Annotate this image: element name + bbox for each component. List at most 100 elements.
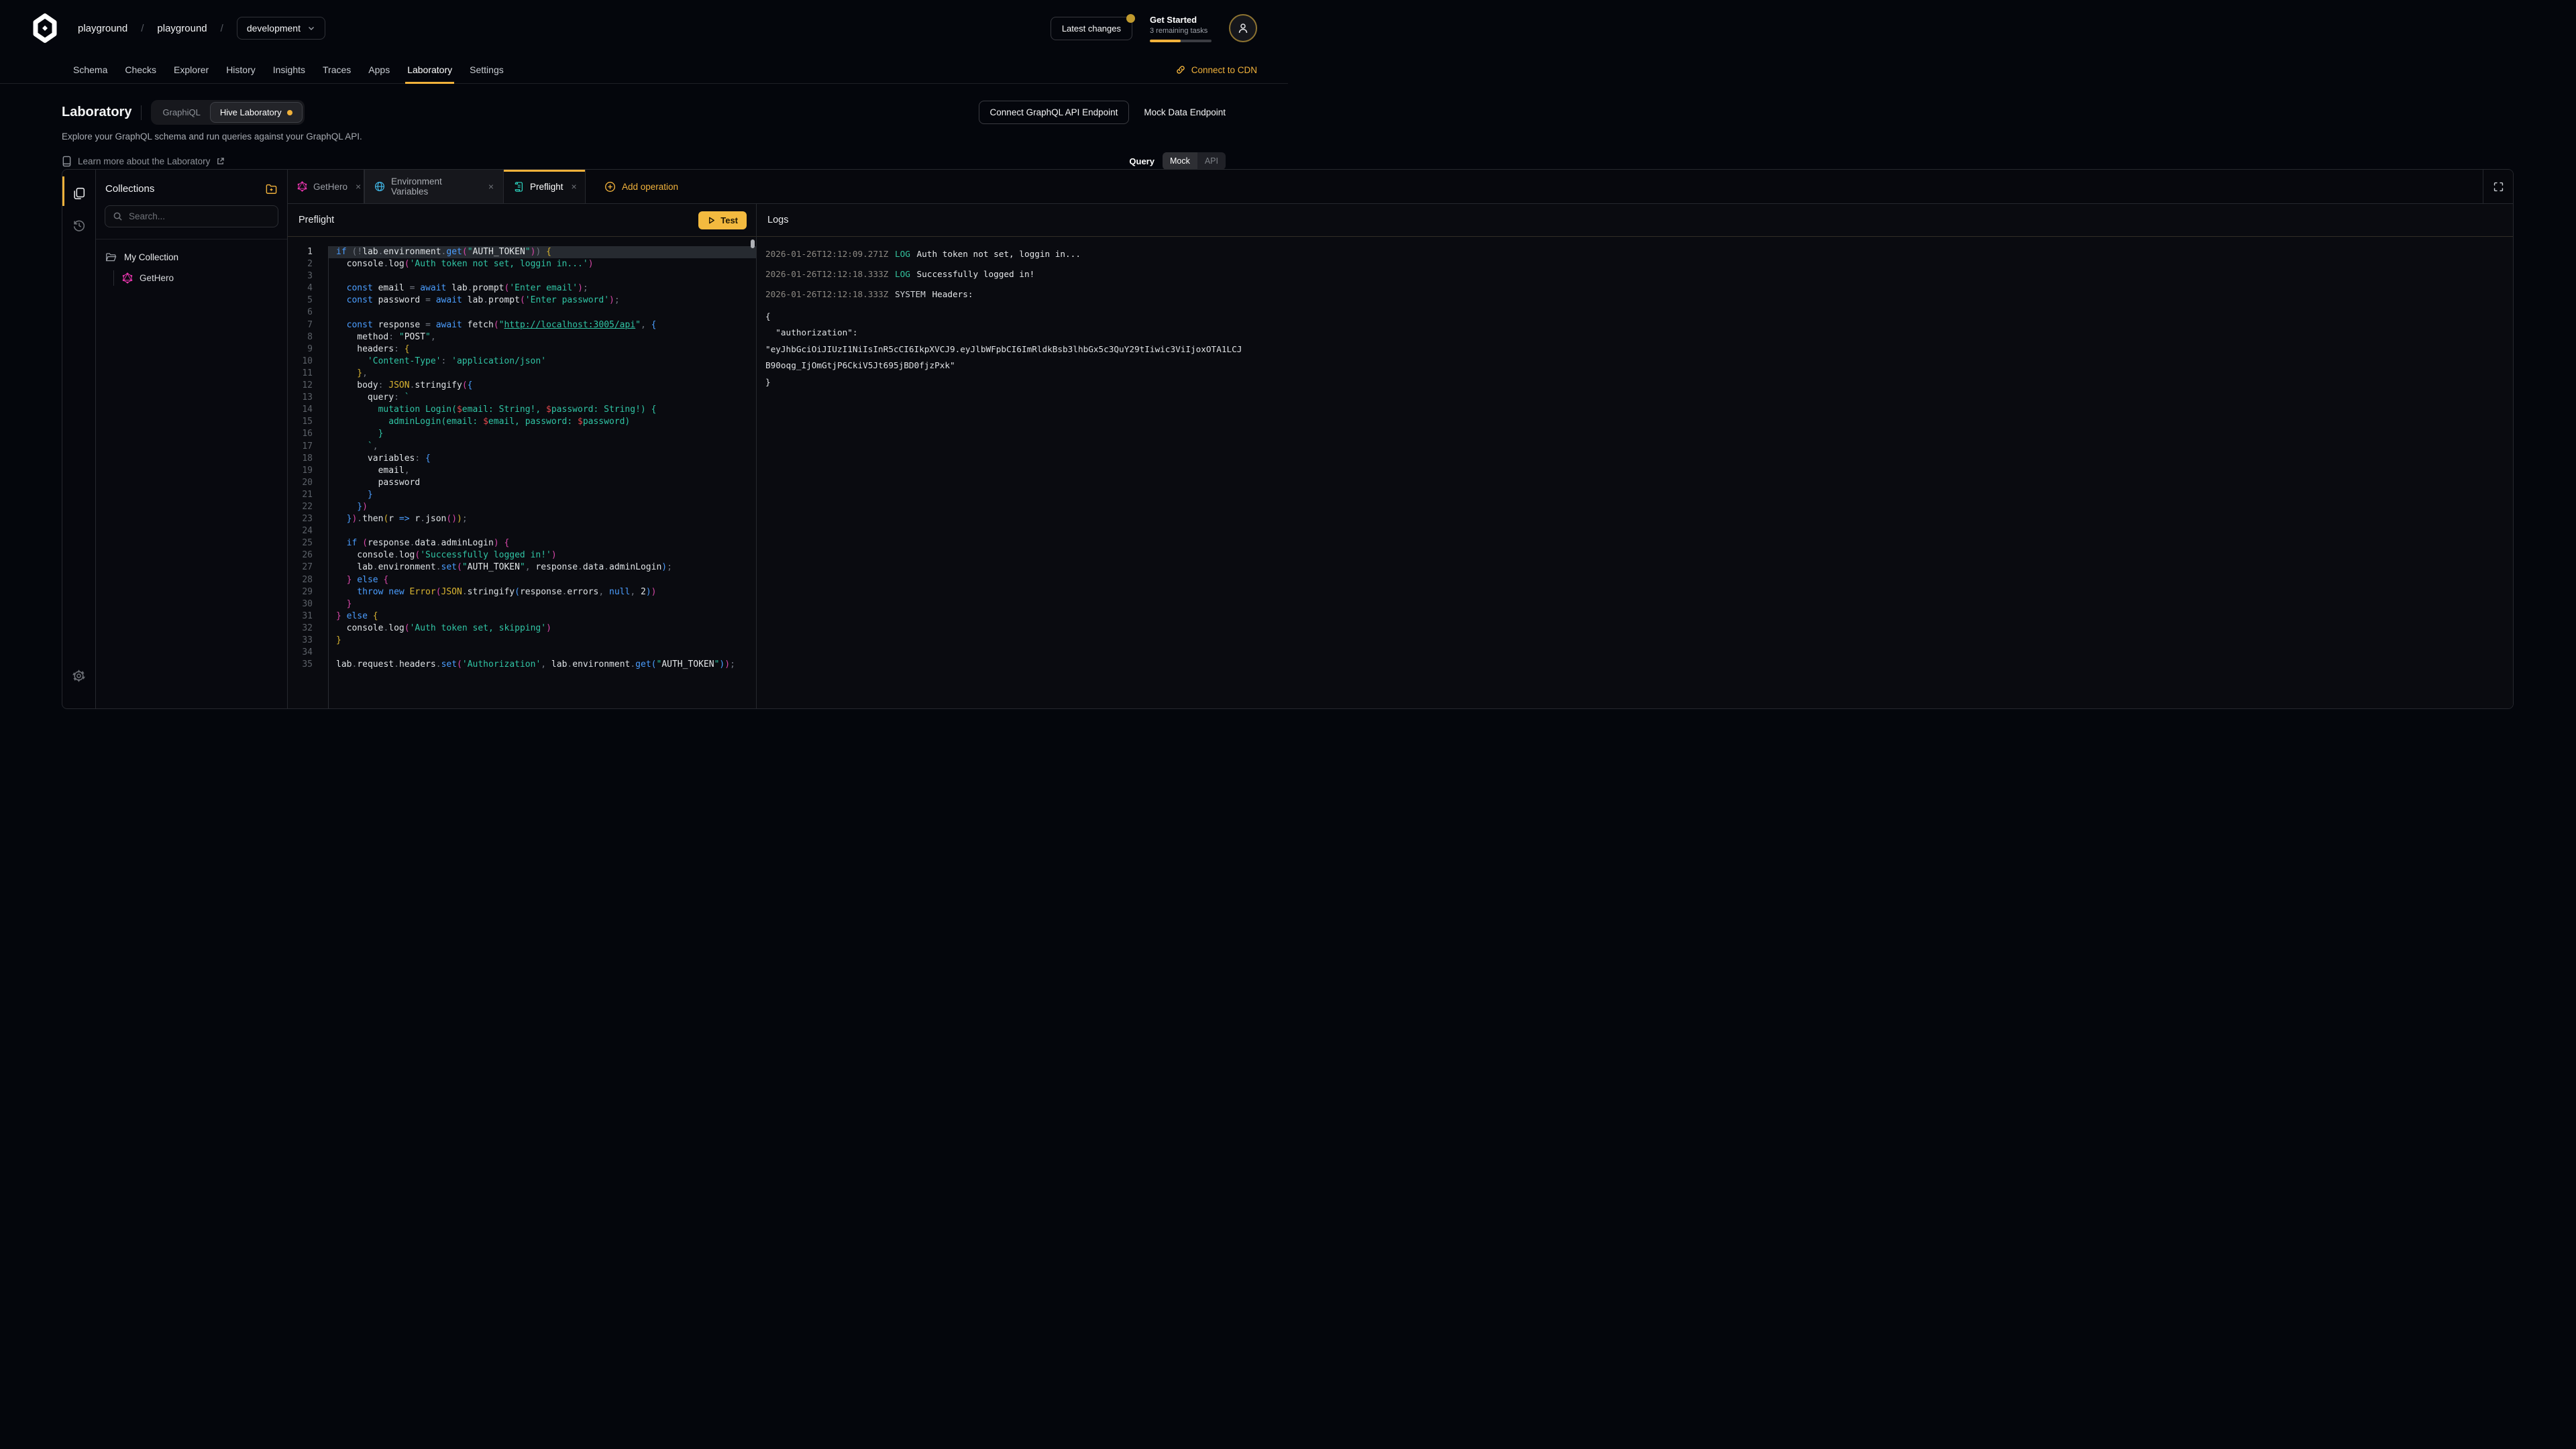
code-line[interactable]: } else { bbox=[336, 574, 756, 586]
endpoint-mode-mock[interactable]: Mock bbox=[1163, 152, 1197, 170]
connect-to-cdn-label: Connect to CDN bbox=[1191, 65, 1257, 75]
code-editor[interactable]: 1234567891011121314151617181920212223242… bbox=[288, 237, 756, 708]
expand-icon bbox=[2493, 181, 2504, 193]
code-line[interactable]: console.log('Auth token not set, loggin … bbox=[336, 258, 756, 270]
code-line[interactable]: query: ` bbox=[336, 392, 756, 404]
breadcrumb-project[interactable]: playground bbox=[157, 23, 207, 34]
close-tab-icon[interactable]: × bbox=[572, 181, 577, 192]
search-input[interactable] bbox=[129, 211, 270, 221]
add-operation-label: Add operation bbox=[622, 182, 678, 192]
code-line[interactable]: const email = await lab.prompt('Enter em… bbox=[336, 282, 756, 294]
code-line[interactable]: }) bbox=[336, 501, 756, 513]
globe-icon bbox=[374, 181, 385, 192]
code-line[interactable]: console.log('Auth token set, skipping') bbox=[336, 623, 756, 635]
tab-environment-variables[interactable]: Environment Variables × bbox=[364, 170, 504, 203]
endpoint-mode-api[interactable]: API bbox=[1197, 152, 1226, 170]
code-line[interactable]: 'Content-Type': 'application/json' bbox=[336, 356, 756, 368]
code-line[interactable]: } bbox=[336, 635, 756, 647]
code-line[interactable]: } else { bbox=[336, 610, 756, 623]
nav-item-explorer[interactable]: Explorer bbox=[165, 56, 217, 83]
code-line[interactable]: ​ bbox=[336, 307, 756, 319]
code-line[interactable]: password bbox=[336, 477, 756, 489]
close-tab-icon[interactable]: × bbox=[488, 181, 494, 192]
user-avatar[interactable] bbox=[1229, 14, 1257, 42]
operation-tabbar: GetHero × Environment Variables × Prefli… bbox=[288, 170, 2513, 204]
code-line[interactable]: } bbox=[336, 428, 756, 440]
latest-changes-button[interactable]: Latest changes bbox=[1051, 17, 1132, 40]
collections-search[interactable] bbox=[105, 205, 278, 227]
collections-rail-button[interactable] bbox=[68, 182, 91, 205]
nav-item-insights[interactable]: Insights bbox=[264, 56, 314, 83]
code-line[interactable]: method: "POST", bbox=[336, 331, 756, 343]
collections-panel: Collections My Collection bbox=[96, 170, 288, 708]
code-line[interactable]: if (response.data.adminLogin) { bbox=[336, 537, 756, 549]
log-entries: 2026-01-26T12:12:09.271Z LOG Auth token … bbox=[765, 248, 2513, 301]
laboratory-header: Laboratory GraphiQL Hive Laboratory Conn… bbox=[0, 84, 1288, 170]
code-line[interactable]: if (!lab.environment.get("AUTH_TOKEN")) … bbox=[329, 246, 756, 258]
code-line[interactable]: } bbox=[336, 598, 756, 610]
editor-scrollbar-thumb[interactable] bbox=[751, 239, 755, 248]
learn-more-link[interactable]: Learn more about the Laboratory bbox=[62, 156, 225, 167]
code-line[interactable]: const password = await lab.prompt('Enter… bbox=[336, 294, 756, 307]
code-line[interactable]: ​ bbox=[336, 647, 756, 659]
get-started-widget[interactable]: Get Started 3 remaining tasks bbox=[1150, 15, 1212, 42]
nav-item-traces[interactable]: Traces bbox=[314, 56, 360, 83]
fullscreen-button[interactable] bbox=[2483, 170, 2513, 203]
book-icon bbox=[62, 156, 72, 167]
folder-open-icon bbox=[105, 252, 117, 262]
code-line[interactable]: }).then(r => r.json()); bbox=[336, 513, 756, 525]
code-line[interactable]: `, bbox=[336, 441, 756, 453]
code-line[interactable]: }, bbox=[336, 368, 756, 380]
code-line[interactable]: lab.request.headers.set('Authorization',… bbox=[336, 659, 756, 671]
collection-folder-item[interactable]: My Collection bbox=[105, 251, 278, 264]
mode-option-hive-laboratory[interactable]: Hive Laboratory bbox=[210, 102, 303, 123]
code-line[interactable]: mutation Login($email: String!, $passwor… bbox=[336, 404, 756, 416]
laboratory-workspace: Collections My Collection bbox=[62, 169, 2514, 709]
logs-panel-title: Logs bbox=[767, 215, 788, 225]
nav-item-apps[interactable]: Apps bbox=[360, 56, 398, 83]
code-line[interactable]: throw new Error(JSON.stringify(response.… bbox=[336, 586, 756, 598]
history-rail-button[interactable] bbox=[68, 214, 91, 237]
nav-item-settings[interactable]: Settings bbox=[461, 56, 513, 83]
get-started-title: Get Started bbox=[1150, 15, 1212, 25]
code-line[interactable]: variables: { bbox=[336, 453, 756, 465]
connect-to-cdn-link[interactable]: Connect to CDN bbox=[1175, 56, 1257, 83]
code-line[interactable]: const response = await fetch("http://loc… bbox=[336, 319, 756, 331]
add-operation-button[interactable]: Add operation bbox=[594, 170, 689, 203]
code-line[interactable]: ​ bbox=[336, 525, 756, 537]
nav-item-checks[interactable]: Checks bbox=[116, 56, 165, 83]
settings-gear-icon[interactable] bbox=[68, 664, 91, 687]
code-line[interactable]: ​ bbox=[336, 270, 756, 282]
page-title: Laboratory bbox=[62, 105, 131, 120]
logs-panel: Logs 2026-01-26T12:12:09.271Z LOG Auth t… bbox=[757, 204, 2513, 708]
code-line[interactable]: } bbox=[336, 489, 756, 501]
get-started-subtitle: 3 remaining tasks bbox=[1150, 27, 1212, 35]
endpoint-mode-toggle: Mock API bbox=[1163, 152, 1226, 170]
code-line[interactable]: console.log('Successfully logged in!') bbox=[336, 549, 756, 561]
tab-gethero[interactable]: GetHero × bbox=[288, 170, 364, 203]
code-line[interactable]: body: JSON.stringify({ bbox=[336, 380, 756, 392]
graphql-icon bbox=[122, 272, 133, 284]
nav-item-schema[interactable]: Schema bbox=[64, 56, 116, 83]
code-line[interactable]: adminLogin(email: $email, password: $pas… bbox=[336, 416, 756, 428]
add-collection-icon[interactable] bbox=[265, 182, 278, 195]
code-lines[interactable]: if (!lab.environment.get("AUTH_TOKEN")) … bbox=[329, 246, 756, 708]
nav-item-laboratory[interactable]: Laboratory bbox=[398, 56, 461, 83]
app-header: playground / playground / development La… bbox=[0, 0, 1288, 56]
nav-item-history[interactable]: History bbox=[217, 56, 264, 83]
play-icon bbox=[707, 216, 716, 225]
test-button[interactable]: Test bbox=[698, 211, 747, 229]
mock-data-endpoint-button[interactable]: Mock Data Endpoint bbox=[1144, 107, 1226, 117]
code-line[interactable]: headers: { bbox=[336, 343, 756, 356]
latest-changes-label: Latest changes bbox=[1062, 23, 1121, 34]
operation-item-gethero[interactable]: GetHero bbox=[122, 270, 278, 286]
connect-graphql-endpoint-button[interactable]: Connect GraphQL API Endpoint bbox=[979, 101, 1130, 124]
tab-preflight[interactable]: Preflight × bbox=[504, 170, 586, 203]
code-line[interactable]: email, bbox=[336, 465, 756, 477]
code-line[interactable]: lab.environment.set("AUTH_TOKEN", respon… bbox=[336, 561, 756, 574]
breadcrumb-org[interactable]: playground bbox=[78, 23, 127, 34]
close-tab-icon[interactable]: × bbox=[356, 181, 361, 192]
target-select[interactable]: development bbox=[237, 17, 325, 40]
hive-logo-icon[interactable] bbox=[31, 13, 59, 43]
mode-option-graphiql[interactable]: GraphiQL bbox=[153, 103, 209, 122]
